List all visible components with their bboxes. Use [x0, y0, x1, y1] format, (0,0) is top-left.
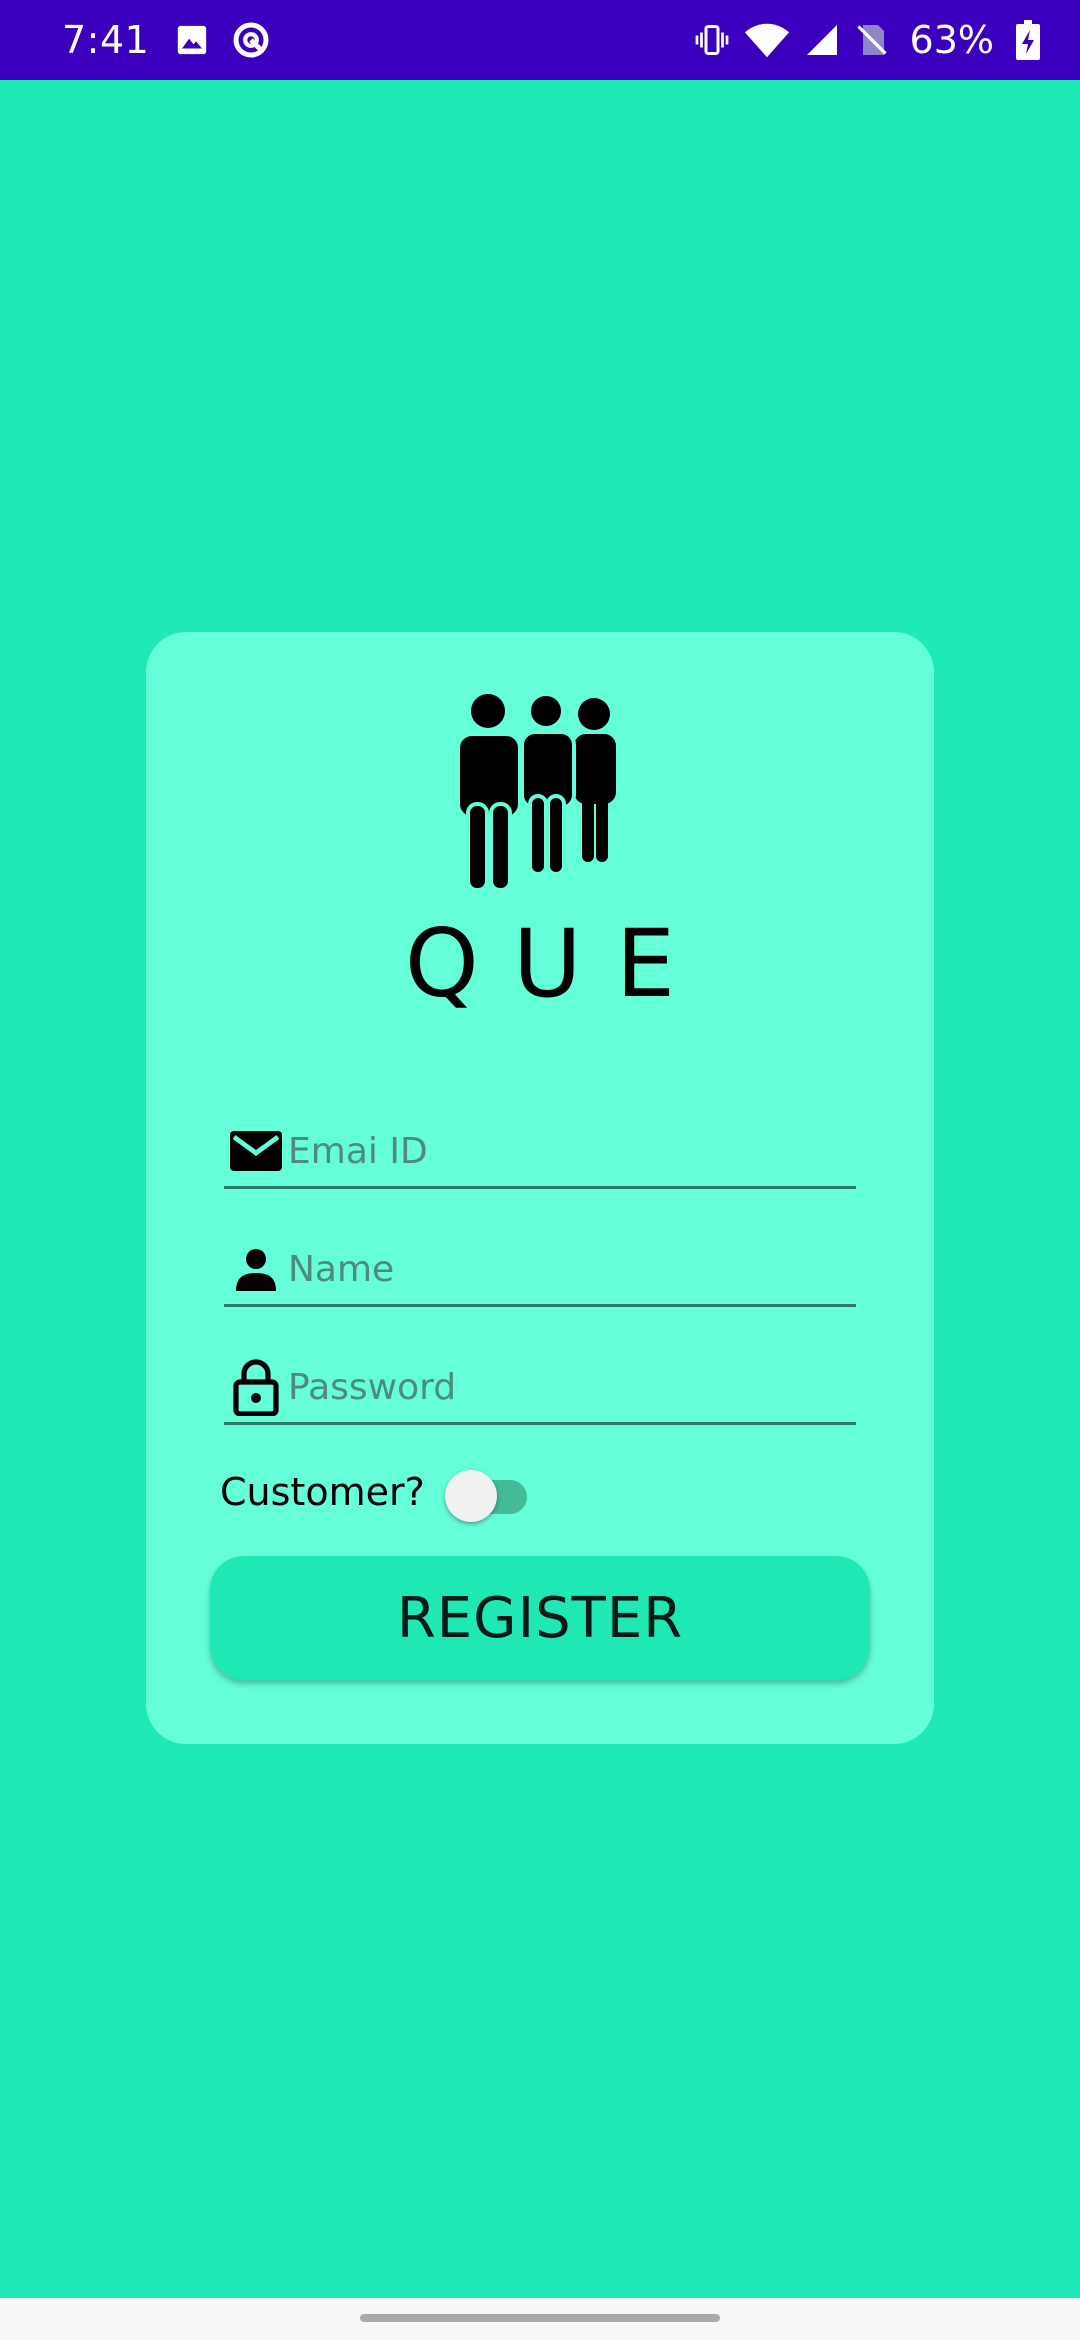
customer-label: Customer? — [220, 1470, 425, 1514]
navigation-bar — [0, 2298, 1080, 2340]
vibrate-icon — [694, 22, 730, 58]
battery-percent: 63% — [909, 18, 994, 62]
cell-signal-icon — [804, 22, 840, 58]
register-card: QUE Customer? REGISTER — [146, 632, 934, 1744]
status-right-icons: 63% — [694, 18, 1040, 62]
status-bar: 7:41 63% — [0, 0, 1080, 80]
battery-charging-icon — [1016, 20, 1040, 60]
status-left-icons — [175, 20, 271, 60]
email-field-container — [224, 1116, 856, 1189]
person-icon — [226, 1239, 286, 1299]
home-indicator[interactable] — [360, 2314, 720, 2322]
password-input[interactable] — [288, 1357, 848, 1417]
password-field-container — [224, 1352, 856, 1425]
wifi-icon — [744, 20, 790, 60]
customer-row: Customer? — [220, 1462, 529, 1522]
app-logo-text: QUE — [404, 910, 710, 1019]
no-sim-icon — [854, 22, 890, 58]
name-field-container — [224, 1234, 856, 1307]
name-input[interactable] — [288, 1239, 848, 1299]
status-time: 7:41 — [62, 18, 150, 62]
register-button[interactable]: REGISTER — [210, 1556, 870, 1680]
mail-icon — [226, 1121, 286, 1181]
customer-toggle-thumb — [444, 1470, 497, 1522]
customer-toggle[interactable] — [444, 1462, 529, 1522]
lock-icon — [226, 1357, 286, 1417]
people-group-icon — [446, 690, 636, 892]
email-input[interactable] — [288, 1121, 848, 1181]
sync-circle-icon — [231, 20, 271, 60]
image-icon — [175, 23, 209, 57]
